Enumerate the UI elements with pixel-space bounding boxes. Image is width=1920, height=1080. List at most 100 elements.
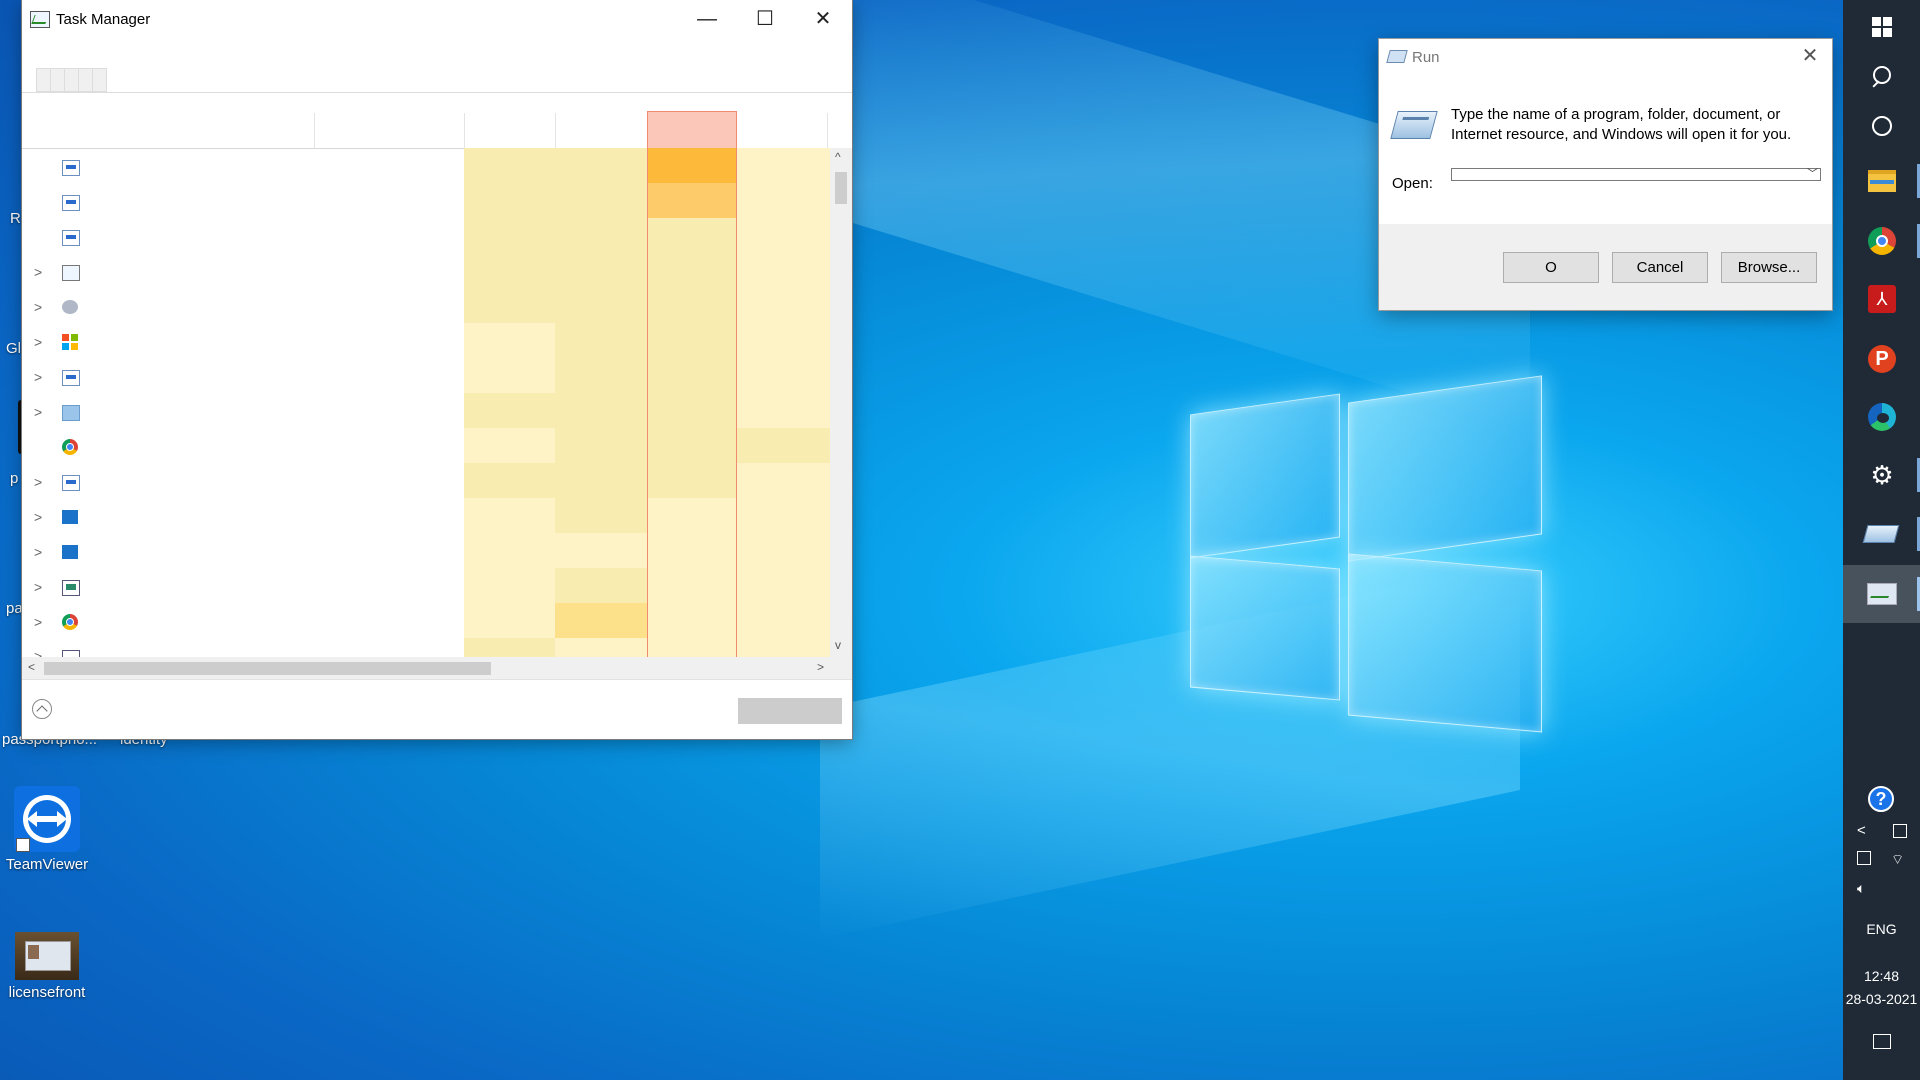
window-app-icon <box>62 230 80 246</box>
taskbar-edge[interactable] <box>1843 388 1920 446</box>
vertical-scrollbar[interactable]: ^ v <box>830 148 852 657</box>
column-header-selected[interactable] <box>647 111 737 149</box>
desktop-label-partial: p <box>10 470 19 487</box>
start-icon <box>1872 17 1892 37</box>
desktop-label-partial: pa <box>6 600 23 617</box>
tab[interactable] <box>92 68 107 92</box>
menu-bar <box>22 38 852 62</box>
tab-strip <box>22 62 852 93</box>
expand-chevron-icon[interactable]: > <box>34 474 42 490</box>
clock-date[interactable]: 28-03-2021 <box>1843 991 1920 1007</box>
chrome-icon <box>62 439 78 455</box>
expand-chevron-icon[interactable]: > <box>34 509 42 525</box>
window-app-icon <box>62 475 80 491</box>
meet-now-icon[interactable] <box>1857 851 1871 865</box>
action-center-icon[interactable] <box>1873 1034 1891 1049</box>
open-label: Open: <box>1392 175 1433 192</box>
expand-chevron-icon[interactable]: > <box>34 544 42 560</box>
taskbar-settings[interactable]: ⚙ <box>1843 446 1920 504</box>
run-title: Run <box>1412 49 1440 66</box>
tab[interactable] <box>36 68 51 92</box>
horizontal-scroll-thumb[interactable] <box>44 662 491 675</box>
taskbar-pdf-p[interactable]: P <box>1843 330 1920 388</box>
column-header-row <box>22 110 852 149</box>
volume-icon[interactable]: 🔈︎ <box>1857 880 1865 897</box>
run-description: Type the name of a program, folder, docu… <box>1451 106 1792 143</box>
task-manager-footer <box>22 679 852 740</box>
heat-column-2 <box>555 148 647 657</box>
run-icon <box>1862 525 1900 543</box>
tablet-mode-icon[interactable] <box>1893 824 1907 838</box>
close-button[interactable]: ✕ <box>794 0 852 38</box>
fewer-details-icon[interactable] <box>32 699 52 719</box>
expand-chevron-icon[interactable]: > <box>34 404 42 420</box>
file-explorer-icon <box>1868 170 1896 192</box>
chevron-down-icon[interactable]: ﹀ <box>1807 165 1818 181</box>
scroll-down-icon[interactable]: v <box>835 638 841 652</box>
scroll-up-icon[interactable]: ^ <box>835 150 841 164</box>
desktop-icon-licensefront[interactable]: licensefront <box>2 932 92 1001</box>
show-hidden-icons-icon[interactable]: < <box>1857 822 1866 839</box>
taskbar-chrome[interactable] <box>1843 212 1920 270</box>
search-app-icon <box>62 545 78 559</box>
heat-column-selected <box>647 148 737 657</box>
maximize-button[interactable]: ☐ <box>736 0 794 38</box>
desktop-icon-label: licensefront <box>8 984 86 1001</box>
open-combobox[interactable]: ﹀ <box>1451 168 1821 181</box>
expand-chevron-icon[interactable]: > <box>34 334 42 350</box>
taskbar-file-explorer[interactable] <box>1843 152 1920 210</box>
settings-icon: ⚙ <box>1870 460 1894 490</box>
heat-column-1 <box>464 148 555 657</box>
network-wifi-icon[interactable]: ⌔ <box>1891 851 1904 869</box>
heat-column-4 <box>737 148 830 657</box>
expand-chevron-icon[interactable]: > <box>34 369 42 385</box>
language-indicator[interactable]: ENG <box>1843 921 1920 937</box>
vertical-scroll-thumb[interactable] <box>835 172 847 204</box>
task-manager-icon <box>62 265 80 281</box>
task-manager-window[interactable]: Task Manager — ☐ ✕ > > > > > > > > > > >… <box>22 0 852 739</box>
run-dialog[interactable]: Run ✕ Type the name of a program, folder… <box>1379 39 1832 310</box>
settings-service-icon <box>62 405 80 421</box>
cortana-icon <box>1872 116 1892 136</box>
search-indexer-icon <box>62 300 78 314</box>
run-program-icon <box>1390 111 1438 139</box>
clock-time[interactable]: 12:48 <box>1843 968 1920 984</box>
close-button[interactable]: ✕ <box>1798 44 1822 68</box>
windows-logo-wallpaper <box>1190 375 1542 739</box>
desktop-icon-teamviewer[interactable]: TeamViewer <box>2 786 92 873</box>
tab[interactable] <box>64 68 79 92</box>
expand-chevron-icon[interactable]: > <box>34 648 42 657</box>
tab[interactable] <box>78 68 93 92</box>
minimize-button[interactable]: — <box>678 0 736 38</box>
browse-button[interactable]: Browse... <box>1721 252 1817 283</box>
ok-button[interactable]: O <box>1503 252 1599 283</box>
image-file-icon <box>15 932 79 980</box>
scroll-left-icon[interactable]: < <box>28 660 35 674</box>
cancel-button[interactable]: Cancel <box>1612 252 1708 283</box>
taskbar-run[interactable] <box>1843 505 1920 563</box>
run-titlebar[interactable]: Run ✕ <box>1379 39 1832 73</box>
run-icon <box>1386 50 1408 63</box>
task-manager-titlebar[interactable]: Task Manager — ☐ ✕ <box>22 0 852 38</box>
expand-chevron-icon[interactable]: > <box>34 579 42 595</box>
desktop-icon-label: TeamViewer <box>5 856 89 873</box>
expand-chevron-icon[interactable]: > <box>34 614 42 630</box>
window-title: Task Manager <box>56 11 151 28</box>
edge-icon <box>1868 403 1896 431</box>
microsoft-store-icon <box>62 334 78 350</box>
end-task-button[interactable] <box>738 698 842 724</box>
acrobat-icon: ⅄ <box>1868 285 1896 313</box>
system-app-icon <box>62 650 80 657</box>
window-app-icon <box>62 160 80 176</box>
tab[interactable] <box>50 68 65 92</box>
help-icon[interactable]: ? <box>1868 786 1894 812</box>
expand-chevron-icon[interactable]: > <box>34 264 42 280</box>
desktop-label-partial: R <box>10 210 21 227</box>
scroll-right-icon[interactable]: > <box>817 660 824 674</box>
cortana-button[interactable] <box>1843 98 1920 156</box>
process-list[interactable]: > > > > > > > > > > > <box>22 148 830 657</box>
taskbar-acrobat[interactable]: ⅄ <box>1843 270 1920 328</box>
horizontal-scrollbar[interactable]: < > <box>22 657 852 679</box>
taskbar-task-manager[interactable] <box>1843 565 1920 623</box>
expand-chevron-icon[interactable]: > <box>34 299 42 315</box>
